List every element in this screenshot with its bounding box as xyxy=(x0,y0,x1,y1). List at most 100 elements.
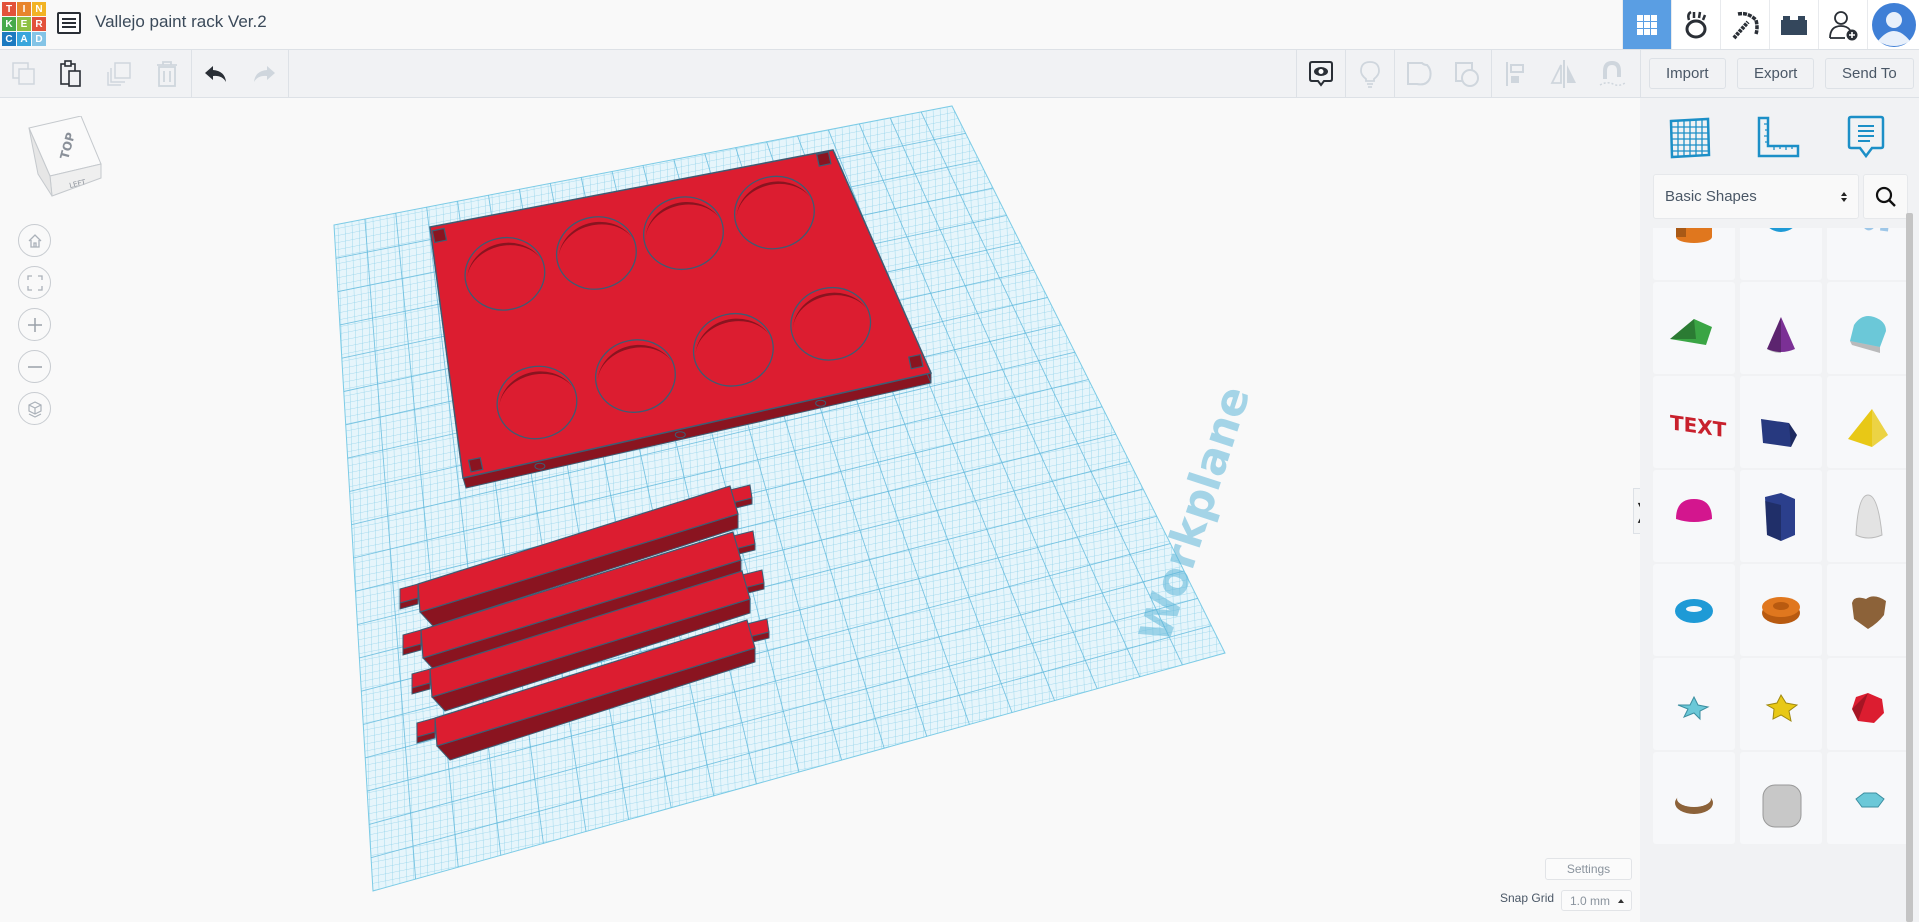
paraboloid-icon xyxy=(1855,494,1883,539)
redo-icon xyxy=(254,65,275,82)
sim-lab-icon xyxy=(1685,10,1707,38)
snap-grid-value: 1.0 mm xyxy=(1570,893,1611,908)
star-icon xyxy=(1677,695,1710,721)
shape-paraboloid[interactable] xyxy=(1827,470,1908,562)
corner-peg-slot xyxy=(467,457,484,473)
pickaxe-icon xyxy=(1732,11,1759,39)
zoom-out-button[interactable] xyxy=(18,350,51,383)
toolbar-divider xyxy=(1640,50,1641,97)
notes-tool-button[interactable] xyxy=(1836,108,1896,168)
logo-letter: A xyxy=(17,32,31,46)
3d-viewport[interactable]: Workplane TOP LEFT Settings Snap Grid 1.… xyxy=(0,98,1640,922)
shape-half-sphere[interactable] xyxy=(1653,470,1735,562)
import-button[interactable]: Import xyxy=(1649,58,1726,89)
shape-torus[interactable] xyxy=(1653,564,1735,656)
shape-cylinder[interactable] xyxy=(1653,228,1735,280)
ortho-view-button[interactable] xyxy=(18,392,51,425)
shape-icosahedron[interactable] xyxy=(1827,658,1908,750)
ortho-cube-icon xyxy=(27,400,42,418)
undo-icon xyxy=(205,65,226,82)
round-roof-icon xyxy=(1850,316,1886,353)
invite-user-button[interactable] xyxy=(1818,0,1867,49)
zoom-in-button[interactable] xyxy=(18,308,51,341)
shape-search-button[interactable] xyxy=(1863,174,1908,219)
shape-cone[interactable] xyxy=(1740,282,1822,374)
minus-icon xyxy=(27,365,42,368)
copy-icon xyxy=(12,61,35,85)
settings-button[interactable]: Settings xyxy=(1545,858,1632,880)
duplicate-button[interactable] xyxy=(95,50,143,97)
home-view-button[interactable] xyxy=(18,224,51,257)
logo-letter: C xyxy=(2,32,16,46)
send-to-button[interactable]: Send To xyxy=(1825,58,1914,89)
sim-lab-button[interactable] xyxy=(1671,0,1720,49)
svg-text:TEXT: TEXT xyxy=(1670,410,1727,442)
show-notes-button[interactable] xyxy=(1297,50,1345,97)
design-menu-button[interactable] xyxy=(57,12,81,34)
shape-star[interactable] xyxy=(1653,658,1735,750)
ruler-tool-button[interactable] xyxy=(1748,108,1808,168)
shape-diamond[interactable] xyxy=(1827,752,1908,844)
workplane-grid-icon xyxy=(1669,117,1711,159)
shape-star-solid[interactable] xyxy=(1740,658,1822,750)
shape-rounded-box[interactable] xyxy=(1740,752,1822,844)
export-button[interactable]: Export xyxy=(1737,58,1815,89)
notes-icon xyxy=(1847,115,1885,159)
shape-tube[interactable] xyxy=(1740,564,1822,656)
light-button[interactable] xyxy=(1346,50,1394,97)
ungroup-icon xyxy=(1455,61,1479,87)
fit-view-button[interactable] xyxy=(18,266,51,299)
diamond-icon xyxy=(1855,792,1885,808)
align-button[interactable] xyxy=(1492,50,1540,97)
design-title[interactable]: Vallejo paint rack Ver.2 xyxy=(95,12,267,32)
redo-button[interactable] xyxy=(240,50,288,97)
shape-sphere[interactable] xyxy=(1740,228,1822,280)
shape-polygon[interactable] xyxy=(1740,470,1822,562)
snap-grid-select[interactable]: 1.0 mm xyxy=(1561,890,1632,911)
bricks-button[interactable] xyxy=(1769,0,1818,49)
home-icon xyxy=(28,233,41,248)
shape-category-select[interactable]: Basic Shapes xyxy=(1653,174,1859,219)
fit-view-icon xyxy=(26,274,43,291)
roof-icon xyxy=(1670,319,1712,345)
shape-heart[interactable] xyxy=(1827,564,1908,656)
undo-button[interactable] xyxy=(192,50,240,97)
3d-design-view-button[interactable] xyxy=(1622,0,1671,49)
shape-pyramid[interactable] xyxy=(1827,376,1908,468)
tinkercad-logo[interactable]: TIN KER CAD xyxy=(2,2,46,46)
scribble-icon xyxy=(1864,228,1889,232)
shape-round-roof[interactable] xyxy=(1827,282,1908,374)
mirror-button[interactable] xyxy=(1540,50,1588,97)
delete-button[interactable] xyxy=(143,50,191,97)
paste-button[interactable] xyxy=(47,50,95,97)
shape-wedge[interactable] xyxy=(1740,376,1822,468)
eye-bubble-icon xyxy=(1309,60,1333,87)
wedge-icon xyxy=(1761,419,1797,447)
pyramid-icon xyxy=(1848,409,1888,447)
cruise-button[interactable] xyxy=(1588,50,1636,97)
copy-button[interactable] xyxy=(0,50,48,97)
shape-scribble[interactable] xyxy=(1827,228,1908,280)
user-profile-button[interactable] xyxy=(1867,0,1919,49)
workplane-tool-button[interactable] xyxy=(1660,108,1720,168)
magnet-icon xyxy=(1599,60,1626,86)
half-sphere-icon xyxy=(1676,499,1712,522)
group-button[interactable] xyxy=(1395,50,1443,97)
minecraft-button[interactable] xyxy=(1720,0,1769,49)
shape-ring[interactable] xyxy=(1653,752,1735,844)
ungroup-button[interactable] xyxy=(1443,50,1491,97)
trash-icon xyxy=(157,60,177,87)
scene-canvas[interactable]: Workplane xyxy=(0,98,1640,922)
view-cube[interactable]: TOP LEFT xyxy=(26,115,106,206)
corner-peg-slot xyxy=(815,151,832,167)
toolbar-divider xyxy=(288,50,289,97)
shape-list-scrollbar[interactable] xyxy=(1906,213,1913,922)
shape-roof[interactable] xyxy=(1653,282,1735,374)
align-icon xyxy=(1506,61,1524,86)
shape-text[interactable]: TEXT xyxy=(1653,376,1735,468)
logo-letter: R xyxy=(32,17,46,31)
cone-icon xyxy=(1767,317,1795,353)
grid-view-icon xyxy=(1637,14,1657,35)
shapes-panel: Basic Shapes TEXT xyxy=(1640,98,1919,922)
app-header: TIN KER CAD Vallejo paint rack Ver.2 xyxy=(0,0,1919,50)
